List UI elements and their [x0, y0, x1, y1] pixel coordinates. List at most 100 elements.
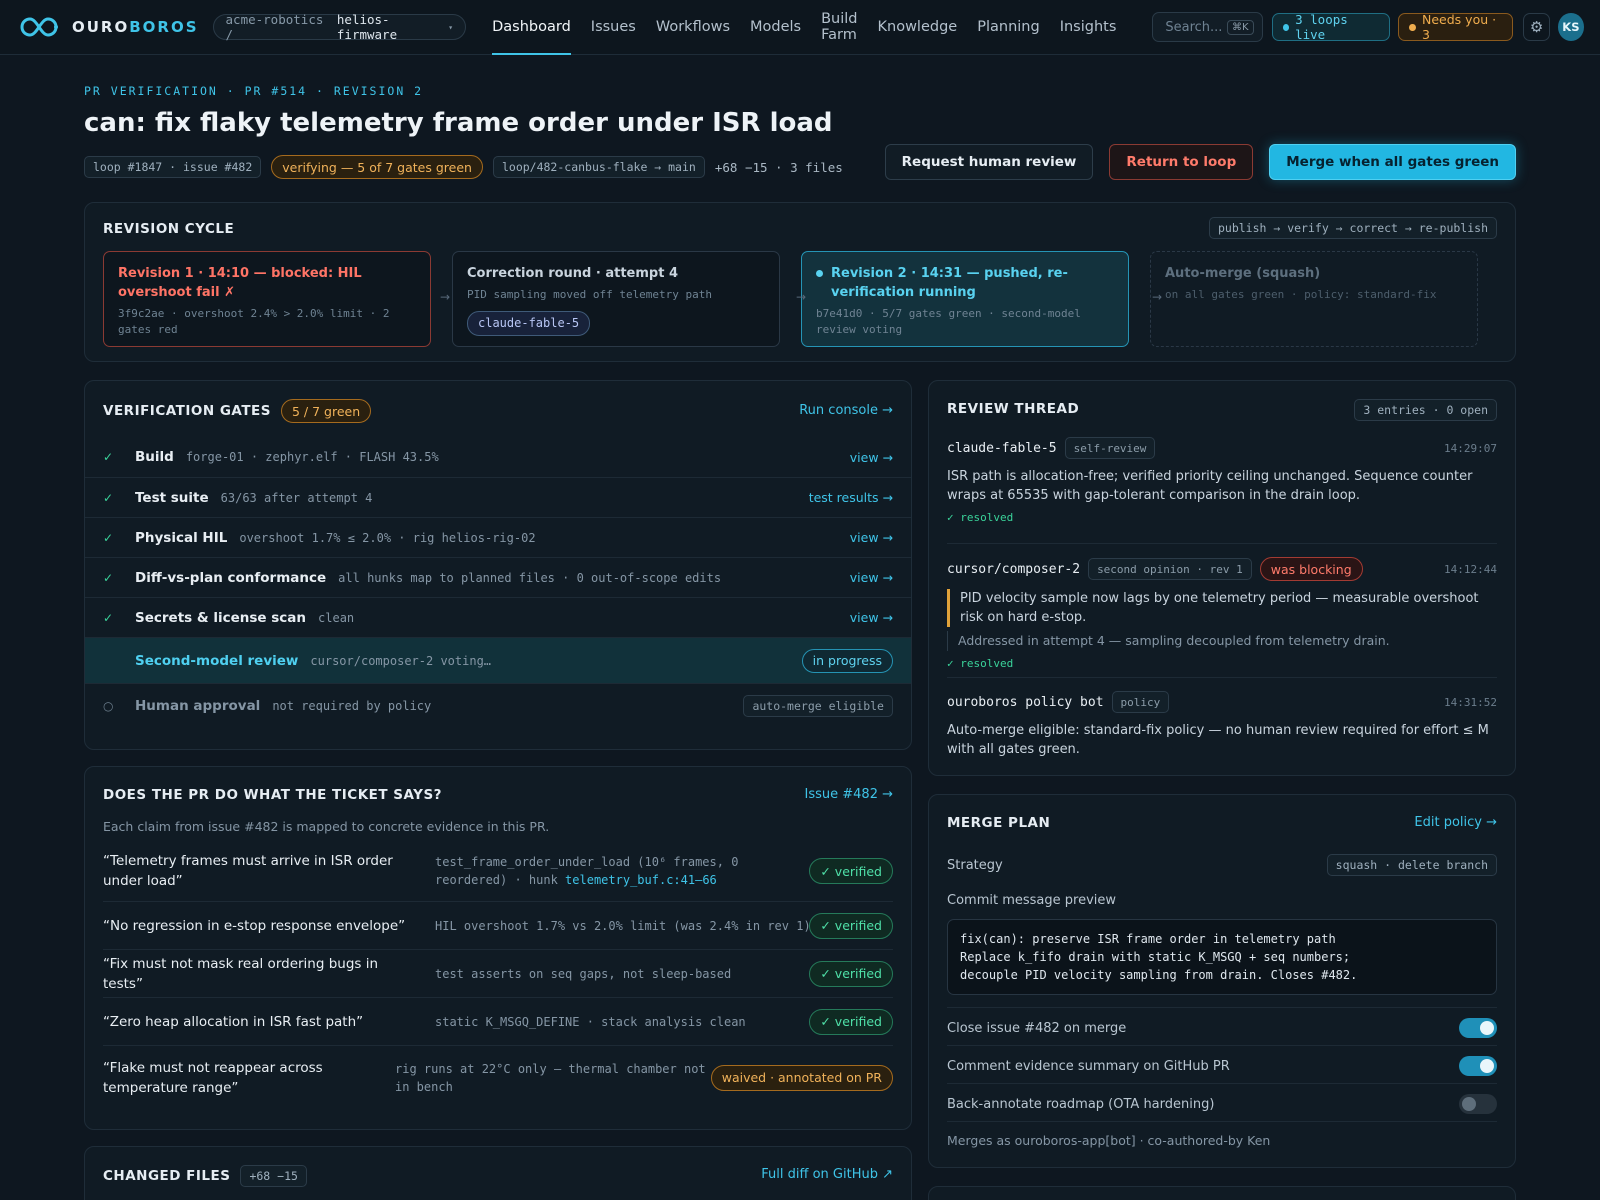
gate-name: Physical HIL: [135, 529, 228, 546]
revision-step-2[interactable]: Revision 2 · 14:31 — pushed, re-verifica…: [801, 251, 1129, 347]
review-thread-card: REVIEW THREAD 3 entries · 0 open claude-…: [928, 380, 1516, 776]
model-chip[interactable]: claude-fable-5: [467, 311, 591, 336]
divider: [947, 1083, 1497, 1084]
check-icon: ✓: [103, 450, 114, 464]
strategy-label: Strategy: [947, 857, 1003, 873]
entry-author[interactable]: cursor/composer-2: [947, 562, 1080, 577]
run-console-link[interactable]: Run console →: [799, 403, 893, 418]
diffstat: +68 −15 · 3 files: [714, 159, 843, 175]
entry-time: 14:12:44: [1444, 562, 1497, 576]
claim-evidence: HIL overshoot 1.7% vs 2.0% limit (was 2.…: [435, 919, 811, 933]
nav-insights[interactable]: Insights: [1050, 0, 1127, 55]
merge-footer: Merges as ouroboros-app[bot] · co-author…: [947, 1133, 1271, 1148]
gate-view-link[interactable]: view →: [850, 530, 893, 545]
comment-summary-toggle[interactable]: [1459, 1056, 1497, 1076]
toggle-label: Close issue #482 on merge: [947, 1020, 1127, 1036]
gate-detail: cursor/composer-2 voting…: [310, 653, 492, 668]
verification-gates-card: VERIFICATION GATES 5 / 7 green Run conso…: [84, 380, 912, 750]
page-title: can: fix flaky telemetry frame order und…: [84, 108, 833, 138]
gate-view-link[interactable]: test results →: [809, 490, 893, 505]
nav-dashboard[interactable]: Dashboard: [482, 0, 581, 55]
revision-step-correction[interactable]: Correction round · attempt 4 PID samplin…: [452, 251, 780, 347]
thread-entry: cursor/composer-2 second opinion · rev 1…: [947, 557, 1497, 670]
gate-name: Secrets & license scan: [135, 609, 307, 626]
hunk-link[interactable]: telemetry_buf.c:41–66: [565, 873, 717, 887]
revision-cycle-card: REVISION CYCLE publish → verify → correc…: [84, 202, 1516, 362]
needs-you-badge[interactable]: Needs you · 3: [1398, 12, 1514, 42]
loops-live-text: 3 loops live: [1295, 12, 1348, 42]
resolved-label: ✓ resolved: [947, 657, 1014, 670]
gate-view-link[interactable]: view →: [850, 570, 893, 585]
gate-view-link[interactable]: view →: [850, 610, 893, 625]
live-dot-icon: [1282, 23, 1290, 31]
close-issue-toggle[interactable]: [1459, 1018, 1497, 1038]
nav-build-farm[interactable]: Build Farm: [811, 0, 867, 55]
revision-step-1[interactable]: Revision 1 · 14:10 — blocked: HIL oversh…: [103, 251, 431, 347]
entry-reply: Addressed in attempt 4 — sampling decoup…: [947, 631, 1497, 651]
entry-tag: self-review: [1064, 437, 1156, 459]
gates-title: VERIFICATION GATES: [103, 403, 271, 419]
step-sub: PID sampling moved off telemetry path: [467, 288, 713, 301]
toggle-row: Back-annotate roadmap (OTA hardening): [947, 1089, 1497, 1119]
entry-author[interactable]: ouroboros policy bot: [947, 695, 1104, 710]
request-review-button[interactable]: Request human review: [884, 144, 1094, 180]
thread-entry: claude-fable-5 self-review 14:29:07 ISR …: [947, 437, 1497, 524]
revision-step-automerge: Auto-merge (squash) on all gates green ·…: [1150, 251, 1478, 347]
search-input[interactable]: Search... ⌘K: [1152, 12, 1263, 42]
avatar[interactable]: KS: [1557, 13, 1585, 41]
commit-message-preview[interactable]: fix(can): preserve ISR frame order in te…: [947, 919, 1497, 995]
gate-view-link[interactable]: view →: [850, 450, 893, 465]
check-icon: ✓: [103, 610, 114, 625]
ticket-claims-card: DOES THE PR DO WHAT THE TICKET SAYS? Iss…: [84, 766, 912, 1130]
nav-models[interactable]: Models: [740, 0, 811, 55]
loop-tag[interactable]: loop #1847 · issue #482: [84, 156, 262, 178]
gear-icon[interactable]: ⚙: [1523, 13, 1550, 41]
next-card: [928, 1186, 1516, 1200]
claim-evidence: rig runs at 22°C only — thermal chamber …: [395, 1062, 706, 1094]
issue-link[interactable]: Issue #482 →: [805, 787, 893, 802]
loops-live-badge[interactable]: 3 loops live: [1271, 12, 1391, 42]
full-diff-link[interactable]: Full diff on GitHub ↗: [761, 1167, 893, 1182]
claim-row: “No regression in e-stop response envelo…: [103, 901, 893, 949]
ouroboros-logo-icon: [20, 17, 58, 37]
gate-row-conformance[interactable]: ✓ Diff-vs-plan conformance all hunks map…: [85, 557, 911, 597]
gate-row-secrets[interactable]: ✓ Secrets & license scan clean view →: [85, 597, 911, 637]
changed-title: CHANGED FILES: [103, 1168, 231, 1184]
merge-button[interactable]: Merge when all gates green: [1269, 144, 1516, 180]
nav-workflows[interactable]: Workflows: [646, 0, 740, 55]
pr-eyebrow: PR VERIFICATION · PR #514 · REVISION 2: [84, 84, 424, 98]
entry-author[interactable]: claude-fable-5: [947, 441, 1057, 456]
changed-header: CHANGED FILES +68 −15: [103, 1165, 307, 1187]
strategy-value[interactable]: squash · delete branch: [1326, 854, 1497, 876]
thread-entry: ouroboros policy bot policy 14:31:52 Aut…: [947, 691, 1497, 759]
gate-row-human[interactable]: ○ Human approval not required by policy …: [85, 683, 911, 727]
return-to-loop-button[interactable]: Return to loop: [1109, 144, 1254, 180]
logo[interactable]: OUROBOROS: [16, 13, 199, 41]
back-annotate-toggle[interactable]: [1459, 1094, 1497, 1114]
nav-planning[interactable]: Planning: [967, 0, 1049, 55]
gate-row-hil[interactable]: ✓ Physical HIL overshoot 1.7% ≤ 2.0% · r…: [85, 517, 911, 557]
branch-tag[interactable]: loop/482-canbus-flake → main: [492, 156, 705, 178]
verified-badge: ✓ verified: [809, 960, 893, 987]
main-nav: Dashboard Issues Workflows Models Build …: [482, 0, 1126, 55]
claim-text: “Fix must not mask real ordering bugs in…: [103, 955, 379, 992]
divider: [947, 543, 1497, 544]
gate-detail: not required by policy: [272, 698, 432, 713]
nav-issues[interactable]: Issues: [581, 0, 646, 55]
nav-knowledge[interactable]: Knowledge: [868, 0, 968, 55]
claim-evidence: test_frame_order_under_load (10⁶ frames,…: [435, 855, 739, 887]
gate-row-second-model[interactable]: Second-model review cursor/composer-2 vo…: [85, 637, 911, 683]
brand-name: OUROBOROS: [72, 18, 199, 36]
gate-row-build[interactable]: ✓ Build forge-01 · zephyr.elf · FLASH 43…: [85, 437, 911, 477]
revision-cycle-title: REVISION CYCLE: [103, 221, 235, 237]
org-name: acme-robotics /: [225, 12, 324, 42]
edit-policy-link[interactable]: Edit policy →: [1414, 815, 1497, 830]
gate-row-tests[interactable]: ✓ Test suite 63/63 after attempt 4 test …: [85, 477, 911, 517]
repo-selector[interactable]: acme-robotics / helios-firmware ▾: [212, 12, 467, 42]
thread-title: REVIEW THREAD: [947, 401, 1080, 417]
changed-stat: +68 −15: [240, 1165, 307, 1187]
merge-title: MERGE PLAN: [947, 815, 1051, 831]
thread-count: 3 entries · 0 open: [1354, 399, 1497, 421]
step-sub: b7e41d0 · 5/7 gates green · second-model…: [816, 307, 1081, 336]
claim-evidence: test asserts on seq gaps, not sleep-base…: [435, 967, 732, 981]
